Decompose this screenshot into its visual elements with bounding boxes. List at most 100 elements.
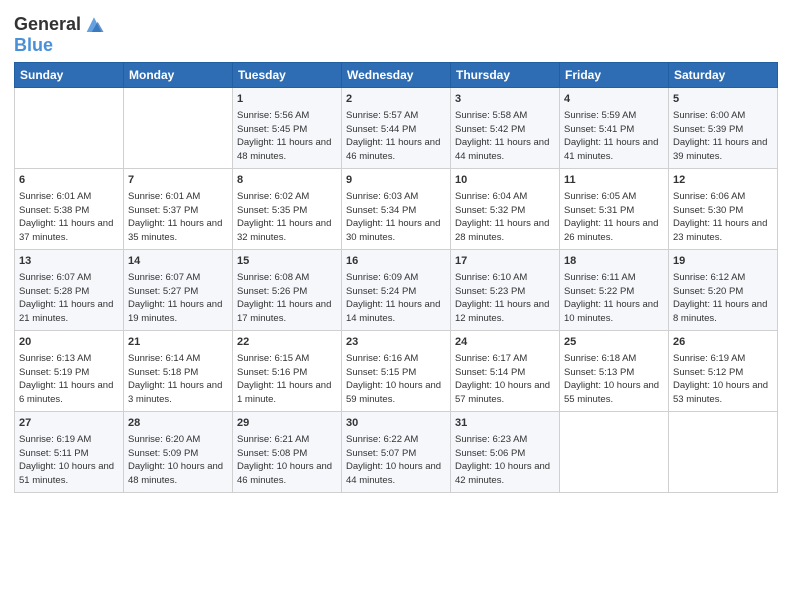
sunrise: Sunrise: 6:21 AM [237,434,309,445]
sunset: Sunset: 5:18 PM [128,367,198,378]
day-number: 16 [346,254,446,270]
weekday-header-thursday: Thursday [451,62,560,87]
daylight: Daylight: 11 hours and 12 minutes. [455,299,549,324]
sunrise: Sunrise: 6:19 AM [673,353,745,364]
calendar-cell: 25Sunrise: 6:18 AMSunset: 5:13 PMDayligh… [560,330,669,411]
calendar-cell: 31Sunrise: 6:23 AMSunset: 5:06 PMDayligh… [451,411,560,492]
sunrise: Sunrise: 6:07 AM [128,272,200,283]
daylight: Daylight: 11 hours and 46 minutes. [346,137,440,162]
day-number: 3 [455,92,555,108]
day-number: 18 [564,254,664,270]
sunrise: Sunrise: 6:11 AM [564,272,636,283]
sunset: Sunset: 5:28 PM [19,286,89,297]
sunset: Sunset: 5:34 PM [346,205,416,216]
day-number: 17 [455,254,555,270]
day-number: 21 [128,335,228,351]
sunset: Sunset: 5:38 PM [19,205,89,216]
weekday-header-friday: Friday [560,62,669,87]
day-number: 30 [346,416,446,432]
sunset: Sunset: 5:24 PM [346,286,416,297]
sunrise: Sunrise: 6:10 AM [455,272,527,283]
sunset: Sunset: 5:14 PM [455,367,525,378]
sunrise: Sunrise: 6:22 AM [346,434,418,445]
sunset: Sunset: 5:16 PM [237,367,307,378]
day-number: 24 [455,335,555,351]
sunrise: Sunrise: 6:07 AM [19,272,91,283]
calendar-cell: 30Sunrise: 6:22 AMSunset: 5:07 PMDayligh… [342,411,451,492]
sunrise: Sunrise: 6:19 AM [19,434,91,445]
calendar-cell: 5Sunrise: 6:00 AMSunset: 5:39 PMDaylight… [669,87,778,168]
calendar-cell: 4 Sunrise: 5:59 AM Sunset: 5:41 PM Daylight… [560,87,669,168]
day-number: 11 [564,173,664,189]
day-number: 7 [128,173,228,189]
calendar-cell: 3Sunrise: 5:58 AMSunset: 5:42 PMDaylight… [451,87,560,168]
day-number: 12 [673,173,773,189]
sunrise: Sunrise: 6:06 AM [673,191,745,202]
calendar-cell: 15Sunrise: 6:08 AMSunset: 5:26 PMDayligh… [233,249,342,330]
daylight: Daylight: 11 hours and 28 minutes. [455,218,549,243]
daylight: Daylight: 11 hours and 48 minutes. [237,137,331,162]
calendar-week-2: 6 Sunrise: 6:01 AM Sunset: 5:38 PM Daylight… [15,168,778,249]
weekday-header-wednesday: Wednesday [342,62,451,87]
day-number: 9 [346,173,446,189]
sunrise: Sunrise: 6:05 AM [564,191,636,202]
calendar-cell: 21Sunrise: 6:14 AMSunset: 5:18 PMDayligh… [124,330,233,411]
daylight: Daylight: 10 hours and 46 minutes. [237,461,332,486]
daylight: Daylight: 11 hours and 41 minutes. [564,137,658,162]
day-number: 15 [237,254,337,270]
day-number: 19 [673,254,773,270]
weekday-header-saturday: Saturday [669,62,778,87]
sunrise: Sunrise: 6:15 AM [237,353,309,364]
sunset: Sunset: 5:19 PM [19,367,89,378]
sunrise: Sunrise: 6:08 AM [237,272,309,283]
sunset: Sunset: 5:45 PM [237,124,307,135]
calendar-week-5: 27Sunrise: 6:19 AMSunset: 5:11 PMDayligh… [15,411,778,492]
sunrise: Sunrise: 6:01 AM [19,191,91,202]
sunset: Sunset: 5:30 PM [673,205,743,216]
calendar-week-1: 1Sunrise: 5:56 AMSunset: 5:45 PMDaylight… [15,87,778,168]
calendar-cell: 13Sunrise: 6:07 AMSunset: 5:28 PMDayligh… [15,249,124,330]
daylight: Daylight: 11 hours and 21 minutes. [19,299,113,324]
calendar-cell: 12Sunrise: 6:06 AMSunset: 5:30 PMDayligh… [669,168,778,249]
sunset: Sunset: 5:32 PM [455,205,525,216]
sunrise: Sunrise: 5:57 AM [346,110,418,121]
calendar-cell: 29 Sunrise: 6:21 AM Sunset: 5:08 PM Dayligh… [233,411,342,492]
calendar-cell: 23Sunrise: 6:16 AMSunset: 5:15 PMDayligh… [342,330,451,411]
daylight: Daylight: 11 hours and 14 minutes. [346,299,440,324]
calendar-cell: 2Sunrise: 5:57 AMSunset: 5:44 PMDaylight… [342,87,451,168]
logo: General Blue [14,14,105,56]
day-number: 29 [237,416,337,432]
daylight: Daylight: 11 hours and 26 minutes. [564,218,658,243]
day-number: 20 [19,335,119,351]
calendar-cell: 10Sunrise: 6:04 AMSunset: 5:32 PMDayligh… [451,168,560,249]
header: General Blue [14,10,778,56]
sunset: Sunset: 5:20 PM [673,286,743,297]
daylight: Daylight: 11 hours and 10 minutes. [564,299,658,324]
sunrise: Sunrise: 5:59 AM [564,110,636,121]
day-number: 28 [128,416,228,432]
daylight: Daylight: 11 hours and 39 minutes. [673,137,767,162]
daylight: Daylight: 10 hours and 55 minutes. [564,380,659,405]
sunset: Sunset: 5:41 PM [564,124,634,135]
day-number: 6 [19,173,119,189]
sunset: Sunset: 5:27 PM [128,286,198,297]
sunrise: Sunrise: 5:58 AM [455,110,527,121]
calendar-cell: 28Sunrise: 6:20 AMSunset: 5:09 PMDayligh… [124,411,233,492]
sunrise: Sunrise: 6:12 AM [673,272,745,283]
calendar-cell: 9Sunrise: 6:03 AMSunset: 5:34 PMDaylight… [342,168,451,249]
sunset: Sunset: 5:35 PM [237,205,307,216]
calendar-week-4: 20Sunrise: 6:13 AMSunset: 5:19 PMDayligh… [15,330,778,411]
calendar-cell: 6Sunrise: 6:01 AMSunset: 5:38 PMDaylight… [15,168,124,249]
sunset: Sunset: 5:37 PM [128,205,198,216]
sunset: Sunset: 5:07 PM [346,448,416,459]
sunset: Sunset: 5:23 PM [455,286,525,297]
daylight: Daylight: 10 hours and 42 minutes. [455,461,550,486]
sunset: Sunset: 5:26 PM [237,286,307,297]
day-number: 27 [19,416,119,432]
sunset: Sunset: 5:08 PM [237,448,307,459]
weekday-header-tuesday: Tuesday [233,62,342,87]
day-number: 4 [564,92,664,108]
calendar-cell: 14Sunrise: 6:07 AMSunset: 5:27 PMDayligh… [124,249,233,330]
sunrise: Sunrise: 6:04 AM [455,191,527,202]
sunrise: Sunrise: 6:01 AM [128,191,200,202]
